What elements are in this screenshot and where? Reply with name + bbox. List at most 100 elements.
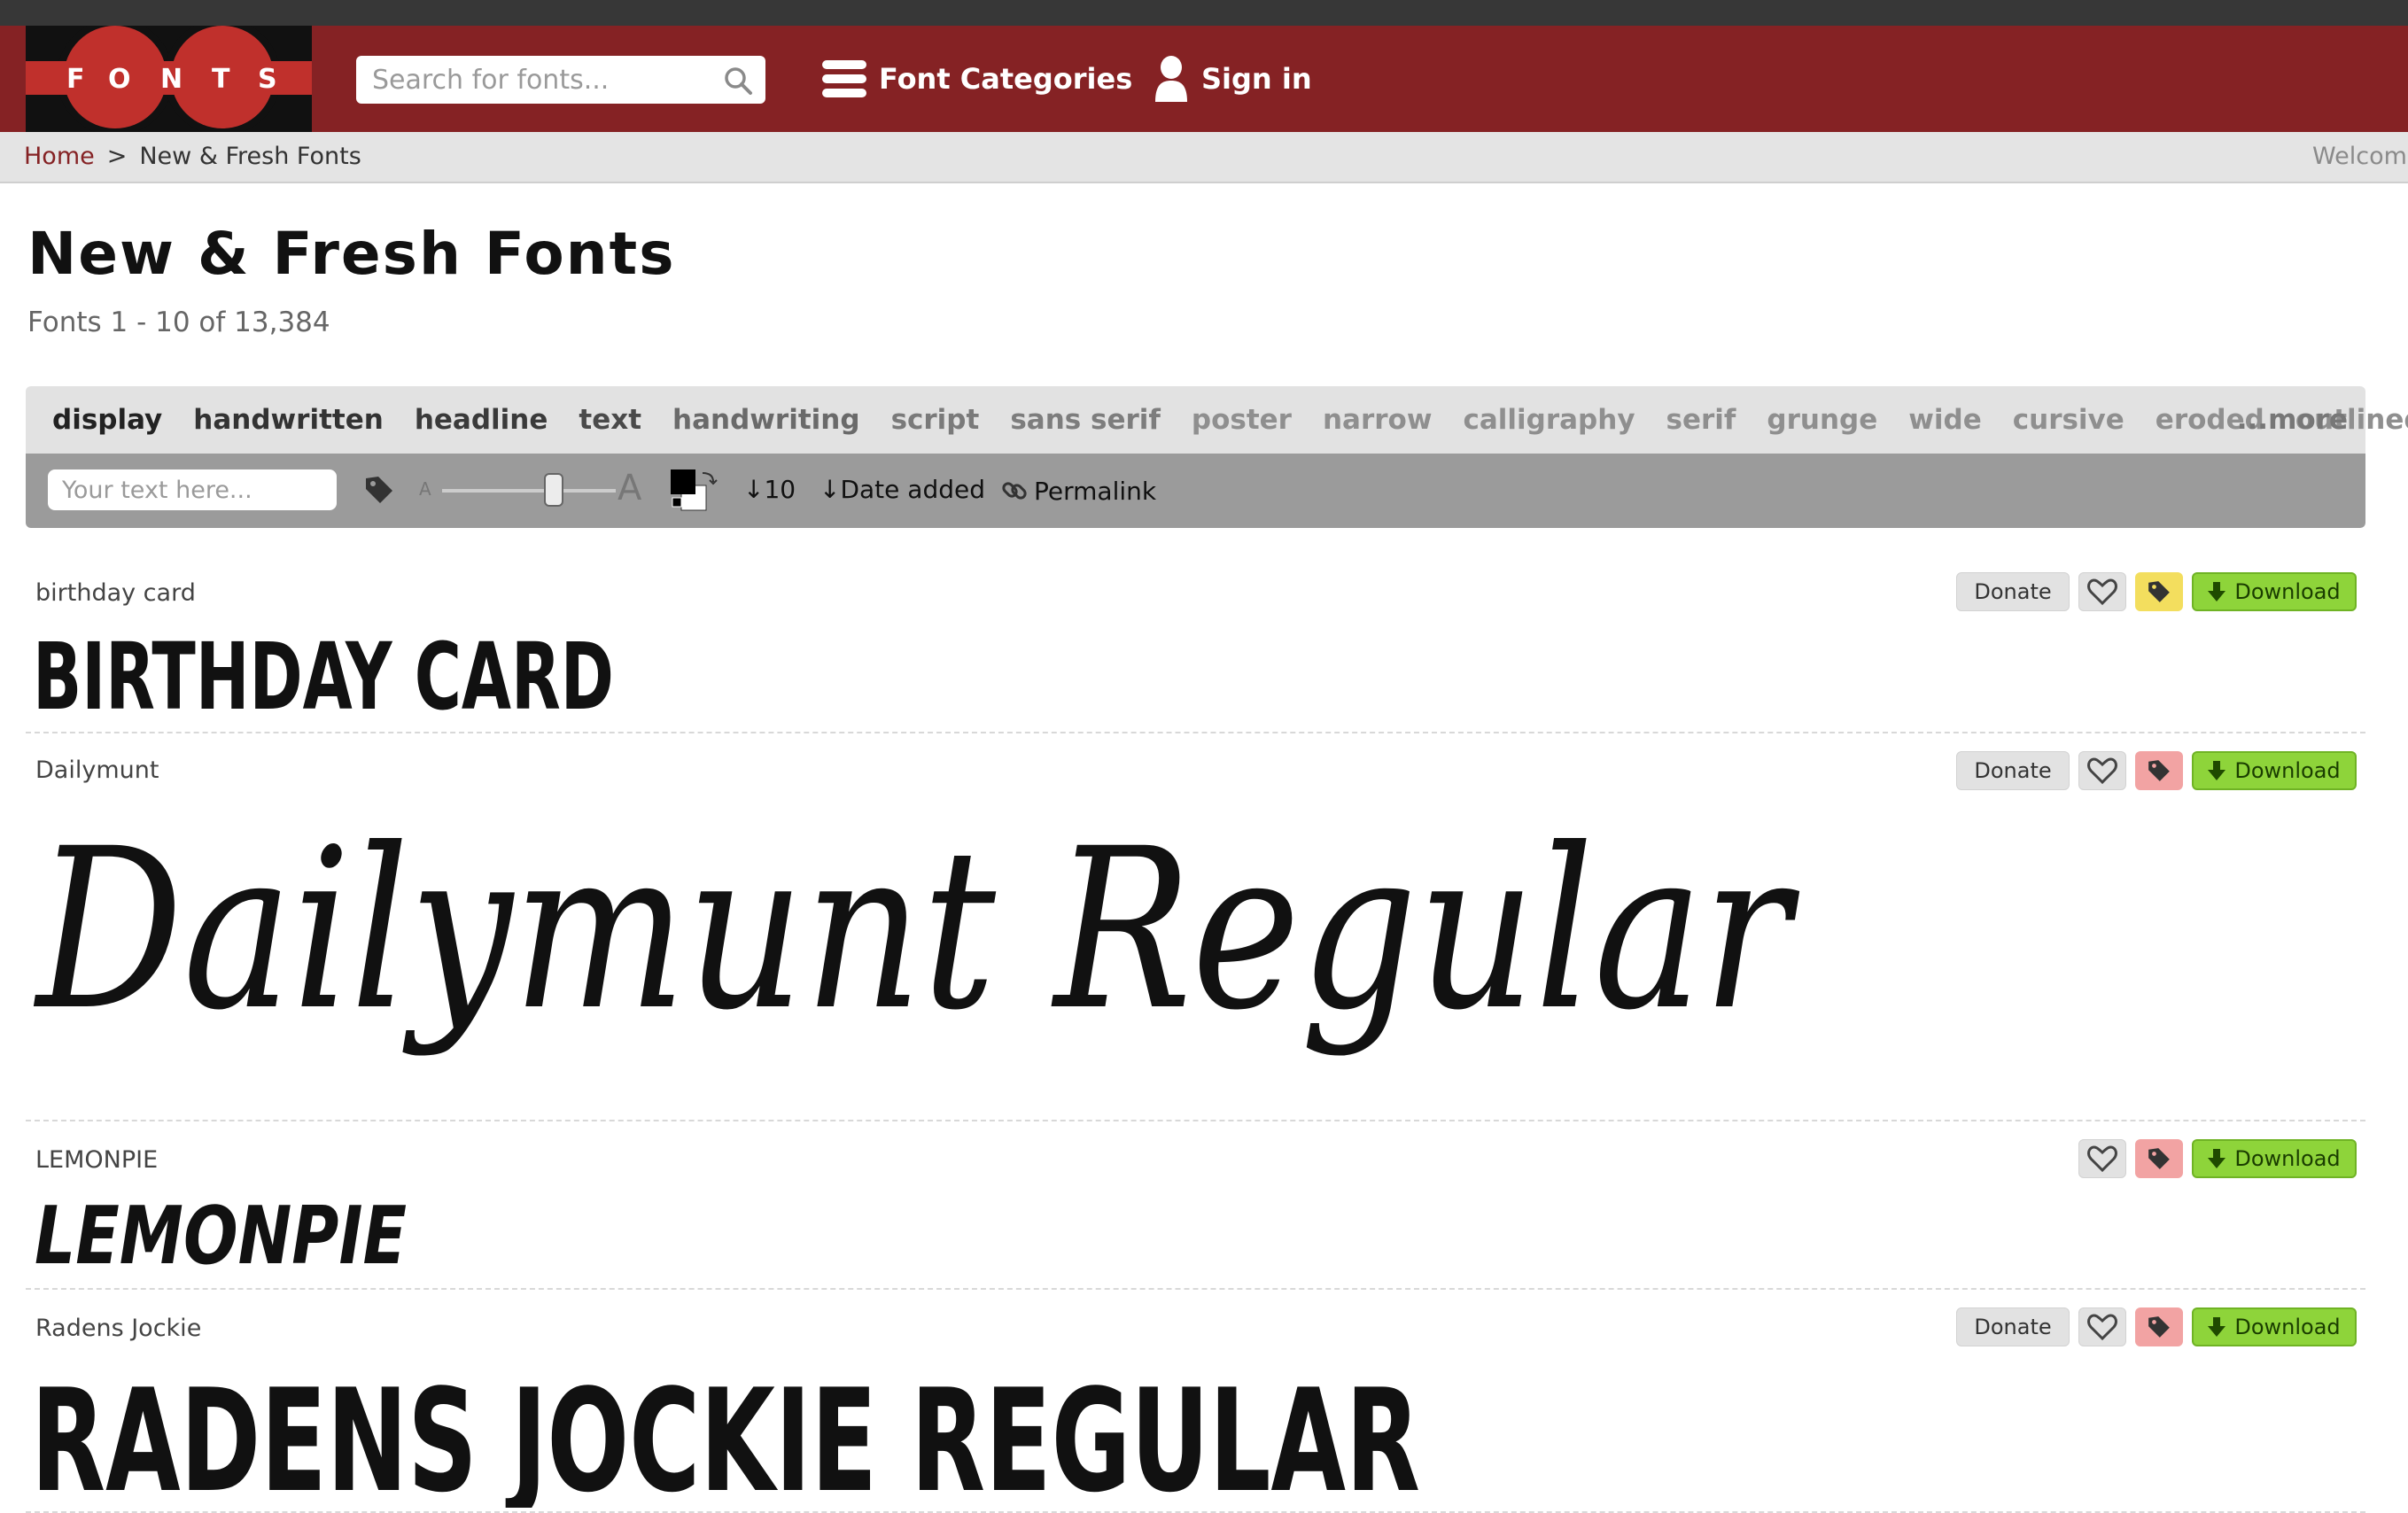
heart-icon	[2087, 1145, 2117, 1172]
donate-button[interactable]: Donate	[1956, 751, 2070, 790]
font-name[interactable]: LEMONPIE	[35, 1146, 158, 1174]
font-row: Dailymunt Dailymunt Regular Donate Downl…	[26, 733, 2365, 1121]
font-row: birthday card BIRTHDAY CARD Donate Downl…	[26, 558, 2365, 733]
donate-button[interactable]: Donate	[1956, 1307, 2070, 1346]
font-name[interactable]: birthday card	[35, 579, 196, 607]
site-logo[interactable]: F O N T S	[26, 26, 312, 132]
link-icon	[1000, 477, 1029, 508]
tags-more-link[interactable]: ...more	[2237, 404, 2348, 436]
permalink-link[interactable]: Permalink	[1034, 477, 1156, 506]
page-title: New & Fresh Fonts	[27, 220, 676, 288]
logo-letter: T	[212, 64, 230, 95]
welcome-text: Welcome	[2312, 143, 2408, 170]
breadcrumb-home-link[interactable]: Home	[24, 143, 95, 170]
favorite-button[interactable]	[2078, 751, 2126, 790]
search-box	[356, 56, 765, 104]
logo-letter: F	[66, 64, 85, 95]
tag-icon	[2148, 1316, 2170, 1338]
user-icon	[1154, 56, 1189, 102]
font-actions: Download	[2078, 1139, 2357, 1178]
sign-in-link[interactable]: Sign in	[1154, 52, 1312, 105]
download-arrow-icon	[2208, 1149, 2226, 1168]
tag-text[interactable]: text	[579, 404, 641, 436]
preview-toolbar: A A ↓10 ↓Date added Permalink	[26, 454, 2365, 528]
tag-handwriting[interactable]: handwriting	[672, 404, 860, 436]
browser-top-strip	[0, 0, 2408, 26]
tag-cursive[interactable]: cursive	[2013, 404, 2124, 436]
tag-wide[interactable]: wide	[1908, 404, 1981, 436]
heart-icon	[2087, 1314, 2117, 1340]
tag-display[interactable]: display	[52, 404, 162, 436]
preview-text-input[interactable]	[48, 469, 337, 510]
search-input[interactable]	[370, 63, 719, 97]
size-small-label: A	[419, 478, 431, 500]
tag-icon	[2148, 760, 2170, 781]
sort-selector[interactable]: ↓Date added	[819, 475, 985, 504]
sign-in-label: Sign in	[1201, 62, 1312, 96]
font-size-slider-track[interactable]	[442, 489, 616, 493]
font-count: Fonts 1 - 10 of 13,384	[27, 306, 330, 338]
favorite-button[interactable]	[2078, 572, 2126, 611]
logo-letter: N	[160, 64, 183, 95]
svg-text:Dailymunt Regular: Dailymunt Regular	[34, 801, 1800, 1059]
site-header: F O N T S Font Categories Sign in	[0, 26, 2408, 132]
font-preview[interactable]: RADENS JOCKIE REGULAR	[26, 1357, 1532, 1508]
font-actions: Donate Download	[1956, 751, 2357, 790]
tag-handwritten[interactable]: handwritten	[193, 404, 384, 436]
breadcrumb: Home > New & Fresh Fonts Welcome	[0, 132, 2408, 183]
favorite-button[interactable]	[2078, 1307, 2126, 1346]
tag-button[interactable]	[2135, 1307, 2183, 1346]
download-arrow-icon	[2208, 1317, 2226, 1337]
download-arrow-icon	[2208, 761, 2226, 780]
tag-headline[interactable]: headline	[415, 404, 548, 436]
hamburger-menu-icon	[822, 58, 866, 99]
tag-script[interactable]: script	[891, 404, 980, 436]
tag-narrow[interactable]: narrow	[1323, 404, 1433, 436]
favorite-button[interactable]	[2078, 1139, 2126, 1178]
download-button[interactable]: Download	[2192, 751, 2357, 790]
tag-button[interactable]	[2135, 751, 2183, 790]
download-arrow-icon	[2208, 582, 2226, 601]
font-actions: Donate Download	[1956, 572, 2357, 611]
download-label: Download	[2234, 1315, 2341, 1339]
logo-letter: S	[258, 64, 277, 95]
tag-button[interactable]	[2135, 1139, 2183, 1178]
font-categories-label: Font Categories	[879, 62, 1133, 96]
breadcrumb-separator: >	[106, 143, 128, 170]
per-page-selector[interactable]: ↓10	[743, 475, 796, 504]
font-name[interactable]: Dailymunt	[35, 756, 159, 784]
font-size-slider-handle[interactable]	[544, 473, 563, 507]
download-label: Download	[2234, 758, 2341, 783]
tag-grunge[interactable]: grunge	[1767, 404, 1877, 436]
svg-text:RADENS JOCKIE REGULAR: RADENS JOCKIE REGULAR	[31, 1358, 1420, 1508]
font-preview[interactable]: BIRTHDAY CARD	[26, 625, 912, 723]
logo-letter: O	[108, 64, 131, 95]
tag-filter-bar: display handwritten headline text handwr…	[26, 386, 2408, 454]
svg-text:LEMONPIE: LEMONPIE	[35, 1190, 407, 1277]
tag-sans-serif[interactable]: sans serif	[1010, 404, 1161, 436]
font-name[interactable]: Radens Jockie	[35, 1315, 201, 1342]
tag-poster[interactable]: poster	[1192, 404, 1292, 436]
heart-icon	[2087, 757, 2117, 784]
font-preview[interactable]: Dailymunt Regular	[26, 795, 1886, 1114]
donate-button[interactable]: Donate	[1956, 572, 2070, 611]
color-swap-icon[interactable]	[671, 469, 719, 519]
tag-icon[interactable]	[362, 473, 396, 510]
search-icon[interactable]	[723, 66, 753, 99]
download-button[interactable]: Download	[2192, 572, 2357, 611]
font-row: Radens Jockie RADENS JOCKIE REGULAR Dona…	[26, 1290, 2365, 1513]
tag-serif[interactable]: serif	[1666, 404, 1736, 436]
svg-text:BIRTHDAY CARD: BIRTHDAY CARD	[33, 625, 614, 723]
font-preview[interactable]: LEMONPIE	[26, 1189, 557, 1277]
heart-icon	[2087, 578, 2117, 605]
download-button[interactable]: Download	[2192, 1307, 2357, 1346]
font-row: LEMONPIE LEMONPIE Download	[26, 1121, 2365, 1290]
breadcrumb-current: New & Fresh Fonts	[139, 143, 361, 170]
tag-icon	[2148, 581, 2170, 602]
font-categories-menu[interactable]: Font Categories	[822, 52, 1132, 105]
font-actions: Donate Download	[1956, 1307, 2357, 1346]
tag-calligraphy[interactable]: calligraphy	[1463, 404, 1635, 436]
size-large-label: A	[618, 468, 642, 508]
download-button[interactable]: Download	[2192, 1139, 2357, 1178]
tag-button[interactable]	[2135, 572, 2183, 611]
